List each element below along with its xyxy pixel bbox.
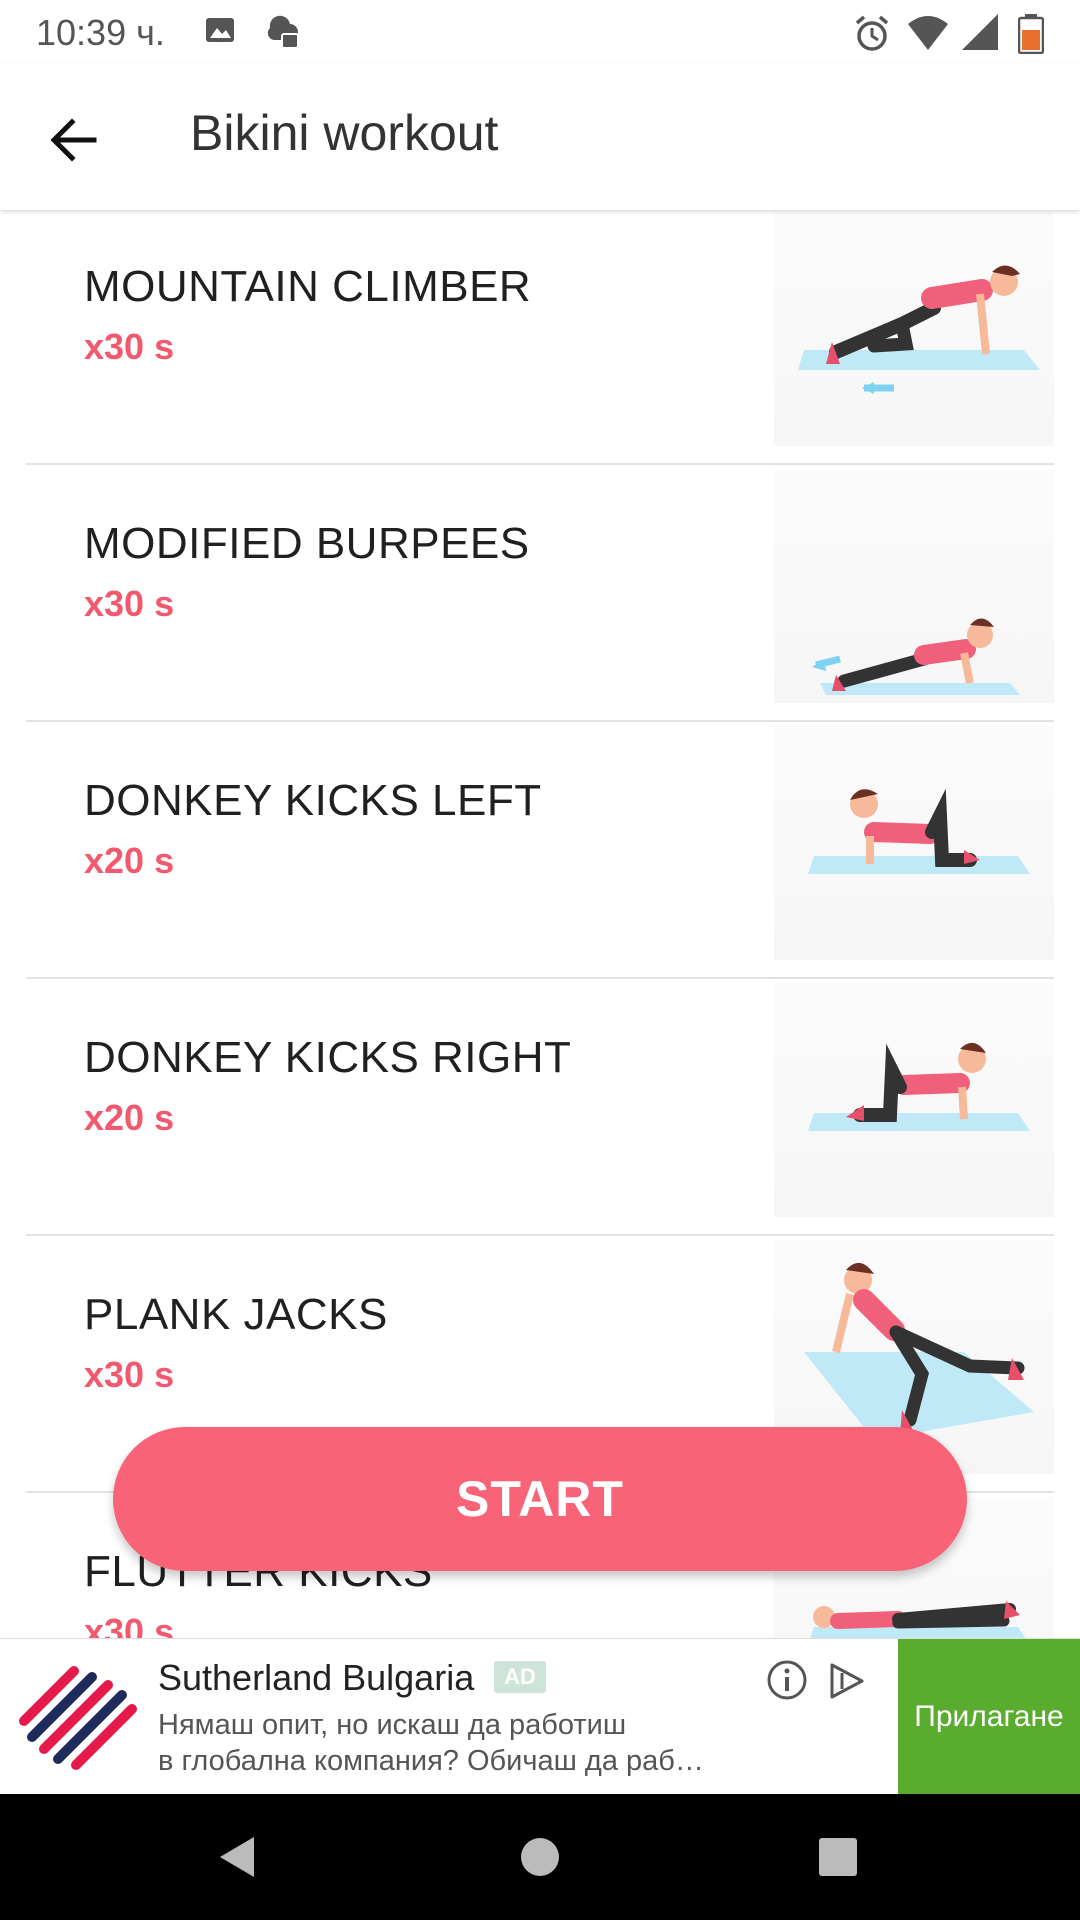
exercise-illustration bbox=[774, 726, 1054, 960]
status-time: 10:39 ч. bbox=[36, 12, 165, 53]
back-triangle-icon[interactable] bbox=[214, 1833, 262, 1881]
exercise-duration: x30 s bbox=[84, 1354, 175, 1395]
navigation-bar bbox=[0, 1794, 1080, 1920]
image-icon bbox=[206, 18, 234, 42]
status-bar: 10:39 ч. bbox=[0, 0, 1080, 64]
recents-square-icon[interactable] bbox=[814, 1833, 862, 1881]
ad-advertiser: Sutherland Bulgaria bbox=[158, 1657, 475, 1698]
exercise-row-donkey-kicks-left[interactable]: DONKEY KICKS LEFT x20 s bbox=[0, 722, 1080, 979]
battery-icon bbox=[1018, 14, 1044, 54]
back-arrow-icon[interactable] bbox=[42, 108, 106, 172]
ad-text-line1: Нямаш опит, но искаш да работиш bbox=[158, 1709, 627, 1741]
exercise-row-mountain-climber[interactable]: MOUNTAIN CLIMBER x30 s bbox=[0, 210, 1080, 465]
signal-icon bbox=[962, 14, 998, 50]
exercise-illustration bbox=[774, 469, 1054, 703]
adchoices-icon[interactable] bbox=[826, 1659, 868, 1701]
exercise-duration: x30 s bbox=[84, 1611, 175, 1638]
exercise-row-donkey-kicks-right[interactable]: DONKEY KICKS RIGHT x20 s bbox=[0, 979, 1080, 1236]
ad-badge: AD bbox=[494, 1661, 546, 1693]
home-circle-icon[interactable] bbox=[516, 1833, 564, 1881]
page-title: Bikini workout bbox=[190, 105, 499, 161]
vpn-key-icon bbox=[267, 15, 299, 49]
exercise-row-modified-burpees[interactable]: MODIFIED BURPEES x30 s bbox=[0, 465, 1080, 722]
advertiser-logo bbox=[19, 1666, 137, 1770]
exercise-name: MODIFIED BURPEES bbox=[84, 519, 530, 568]
exercise-name: DONKEY KICKS LEFT bbox=[84, 776, 542, 825]
exercise-duration: x30 s bbox=[84, 326, 175, 367]
info-icon[interactable] bbox=[766, 1659, 808, 1701]
exercise-duration: x30 s bbox=[84, 583, 175, 624]
exercise-name: DONKEY KICKS RIGHT bbox=[84, 1033, 572, 1082]
ad-banner[interactable]: Sutherland Bulgaria AD Нямаш опит, но ис… bbox=[0, 1638, 1080, 1795]
start-button[interactable]: START bbox=[113, 1427, 967, 1571]
exercise-name: PLANK JACKS bbox=[84, 1290, 388, 1339]
exercise-illustration bbox=[774, 212, 1054, 446]
exercise-name: MOUNTAIN CLIMBER bbox=[84, 262, 532, 311]
ad-cta-button[interactable]: Прилагане bbox=[898, 1639, 1080, 1795]
wifi-icon bbox=[908, 16, 948, 50]
exercise-list: MOUNTAIN CLIMBER x30 s MODIFIED BURPEES … bbox=[0, 210, 1080, 1638]
ad-text-line2: в глобална компания? Обичаш да раб… bbox=[158, 1745, 704, 1777]
alarm-icon bbox=[855, 15, 889, 51]
exercise-illustration bbox=[774, 983, 1054, 1217]
app-bar: Bikini workout bbox=[0, 64, 1080, 210]
exercise-duration: x20 s bbox=[84, 1097, 175, 1138]
exercise-duration: x20 s bbox=[84, 840, 175, 881]
